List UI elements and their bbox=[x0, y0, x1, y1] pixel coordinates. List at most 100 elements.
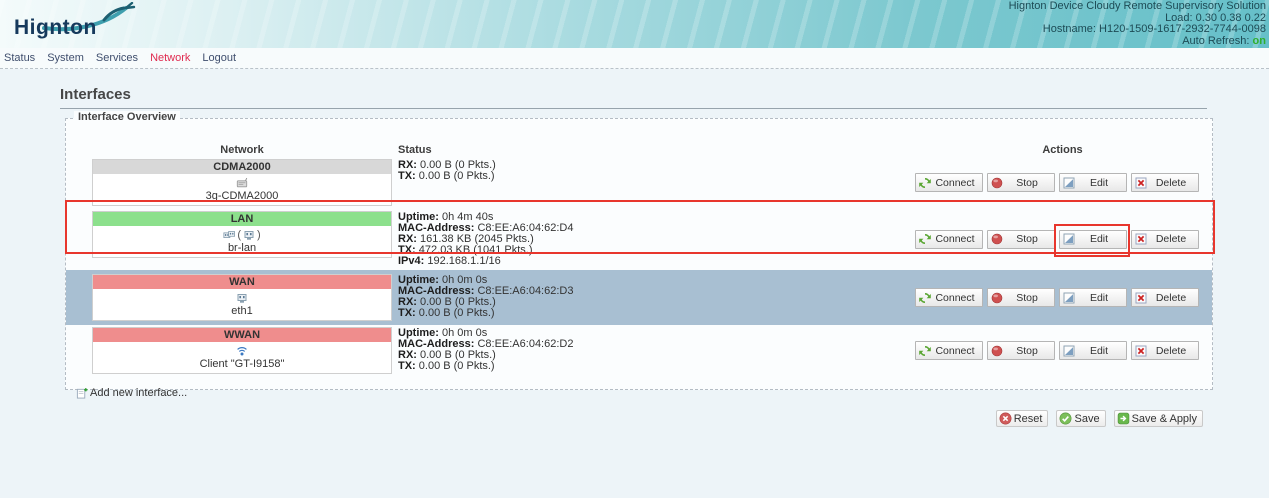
connect-icon bbox=[919, 177, 931, 189]
nav-item-system[interactable]: System bbox=[47, 52, 84, 64]
status-cell: RX: 0.00 B (0 Pkts.)TX: 0.00 B (0 Pkts.) bbox=[398, 159, 913, 182]
status-line-tx: TX: 0.00 B (0 Pkts.) bbox=[398, 361, 913, 372]
stop-button-wwan[interactable]: Stop bbox=[987, 341, 1055, 360]
status-cell: Uptime: 0h 0m 0sMAC-Address: C8:EE:A6:04… bbox=[398, 274, 913, 319]
interface-icons bbox=[93, 291, 391, 304]
device-name: 3g-CDMA2000 bbox=[93, 190, 391, 202]
header: Hignton Hignton Device Cloudy Remote Sup… bbox=[0, 0, 1269, 48]
delete-button-cdma2000[interactable]: Delete bbox=[1131, 173, 1199, 192]
stop-button-lan[interactable]: Stop bbox=[987, 230, 1055, 249]
interface-row-lan: LAN () br-lan Uptime: 0h 4m 40sMAC-Addre… bbox=[66, 211, 1212, 267]
column-header-network: Network bbox=[92, 144, 392, 156]
add-new-interface-link[interactable]: Add new interface... bbox=[76, 387, 187, 399]
edit-icon bbox=[1063, 233, 1075, 245]
status-line-tx: TX: 0.00 B (0 Pkts.) bbox=[398, 308, 913, 319]
nav-item-services[interactable]: Services bbox=[96, 52, 138, 64]
stop-icon bbox=[991, 292, 1003, 304]
network-box: LAN () br-lan bbox=[92, 211, 392, 258]
save-apply-icon bbox=[1117, 412, 1130, 425]
delete-button-wwan[interactable]: Delete bbox=[1131, 341, 1199, 360]
network-name: LAN bbox=[93, 212, 391, 226]
save-icon bbox=[1059, 412, 1072, 425]
reset-icon bbox=[999, 412, 1012, 425]
network-name: WAN bbox=[93, 275, 391, 289]
delete-button-wan[interactable]: Delete bbox=[1131, 288, 1199, 307]
ethernet-icon bbox=[243, 229, 255, 241]
network-box: WAN eth1 bbox=[92, 274, 392, 321]
connect-icon bbox=[919, 233, 931, 245]
delete-icon bbox=[1135, 177, 1147, 189]
connect-button-wwan[interactable]: Connect bbox=[915, 341, 983, 360]
column-header-status: Status bbox=[398, 144, 913, 156]
network-box: WWAN Client "GT-I9158" bbox=[92, 327, 392, 374]
fieldset-legend: Interface Overview bbox=[74, 111, 180, 123]
page-title-wrap: Interfaces bbox=[60, 86, 1207, 109]
page-title: Interfaces bbox=[60, 86, 1207, 103]
interface-row-cdma2000: CDMA2000 3g-CDMA2000 RX: 0.00 B (0 Pkts.… bbox=[66, 159, 1212, 206]
auto-refresh-label: Auto Refresh: bbox=[1182, 35, 1249, 47]
interface-icons bbox=[93, 344, 391, 357]
connect-button-wan[interactable]: Connect bbox=[915, 288, 983, 307]
connect-button-lan[interactable]: Connect bbox=[915, 230, 983, 249]
stop-button-cdma2000[interactable]: Stop bbox=[987, 173, 1055, 192]
status-cell: Uptime: 0h 4m 40sMAC-Address: C8:EE:A6:0… bbox=[398, 211, 913, 267]
nav-item-network[interactable]: Network bbox=[150, 52, 190, 64]
table-header-row: Network Status Actions bbox=[66, 144, 1212, 156]
network-name: WWAN bbox=[93, 328, 391, 342]
status-line-ipv4: IPv4: 192.168.1.1/16 bbox=[398, 256, 913, 267]
header-info: Hignton Device Cloudy Remote Supervisory… bbox=[1009, 1, 1266, 47]
device-name: Client "GT-I9158" bbox=[93, 358, 391, 370]
stop-icon bbox=[991, 177, 1003, 189]
nav-item-logout[interactable]: Logout bbox=[202, 52, 236, 64]
add-icon bbox=[76, 387, 88, 399]
connect-button-cdma2000[interactable]: Connect bbox=[915, 173, 983, 192]
edit-icon bbox=[1063, 345, 1075, 357]
logo-text: Hignton bbox=[14, 16, 97, 40]
interface-row-wan: WAN eth1 Uptime: 0h 0m 0sMAC-Address: C8… bbox=[66, 270, 1212, 325]
auto-refresh-status[interactable]: on bbox=[1253, 35, 1266, 47]
bridge-icon bbox=[223, 229, 235, 241]
delete-icon bbox=[1135, 345, 1147, 357]
status-cell: Uptime: 0h 0m 0sMAC-Address: C8:EE:A6:04… bbox=[398, 327, 913, 372]
actions-cell: ConnectStopEditDelete bbox=[913, 288, 1212, 307]
delete-button-lan[interactable]: Delete bbox=[1131, 230, 1199, 249]
device-name: eth1 bbox=[93, 305, 391, 317]
router-admin-page: Hignton Hignton Device Cloudy Remote Sup… bbox=[0, 0, 1269, 498]
interface-icons: () bbox=[93, 228, 391, 241]
network-box: CDMA2000 3g-CDMA2000 bbox=[92, 159, 392, 206]
wireless-icon bbox=[236, 345, 248, 357]
edit-button-wan[interactable]: Edit bbox=[1059, 288, 1127, 307]
actions-cell: ConnectStopEditDelete bbox=[913, 230, 1212, 249]
device-name: br-lan bbox=[93, 242, 391, 254]
save-apply-button[interactable]: Save & Apply bbox=[1114, 410, 1203, 427]
edit-icon bbox=[1063, 177, 1075, 189]
footer-buttons: Reset Save Save & Apply bbox=[996, 410, 1203, 427]
modem-3g-icon bbox=[236, 177, 248, 189]
interface-icons bbox=[93, 176, 391, 189]
reset-button[interactable]: Reset bbox=[996, 410, 1049, 427]
stop-icon bbox=[991, 345, 1003, 357]
interface-row-wwan: WWAN Client "GT-I9158" Uptime: 0h 0m 0sM… bbox=[66, 327, 1212, 374]
delete-icon bbox=[1135, 233, 1147, 245]
paren-text: ( bbox=[237, 229, 241, 241]
column-header-actions: Actions bbox=[913, 144, 1212, 156]
edit-button-cdma2000[interactable]: Edit bbox=[1059, 173, 1127, 192]
actions-cell: ConnectStopEditDelete bbox=[913, 341, 1212, 360]
connect-icon bbox=[919, 292, 931, 304]
add-new-interface-label: Add new interface... bbox=[90, 387, 187, 399]
save-button[interactable]: Save bbox=[1056, 410, 1105, 427]
ethernet-icon bbox=[236, 292, 248, 304]
edit-button-wwan[interactable]: Edit bbox=[1059, 341, 1127, 360]
interface-rows: CDMA2000 3g-CDMA2000 RX: 0.00 B (0 Pkts.… bbox=[66, 159, 1212, 374]
stop-button-wan[interactable]: Stop bbox=[987, 288, 1055, 307]
status-line-tx: TX: 0.00 B (0 Pkts.) bbox=[398, 171, 913, 182]
hignton-logo: Hignton bbox=[14, 4, 144, 46]
product-title: Hignton Device Cloudy Remote Supervisory… bbox=[1009, 1, 1266, 13]
delete-icon bbox=[1135, 292, 1147, 304]
actions-cell: ConnectStopEditDelete bbox=[913, 173, 1212, 192]
auto-refresh: Auto Refresh: on bbox=[1009, 36, 1266, 48]
edit-button-lan[interactable]: Edit bbox=[1059, 230, 1127, 249]
nav-item-status[interactable]: Status bbox=[4, 52, 35, 64]
main-nav: Status System Services Network Logout bbox=[0, 48, 1269, 69]
paren-text: ) bbox=[257, 229, 261, 241]
